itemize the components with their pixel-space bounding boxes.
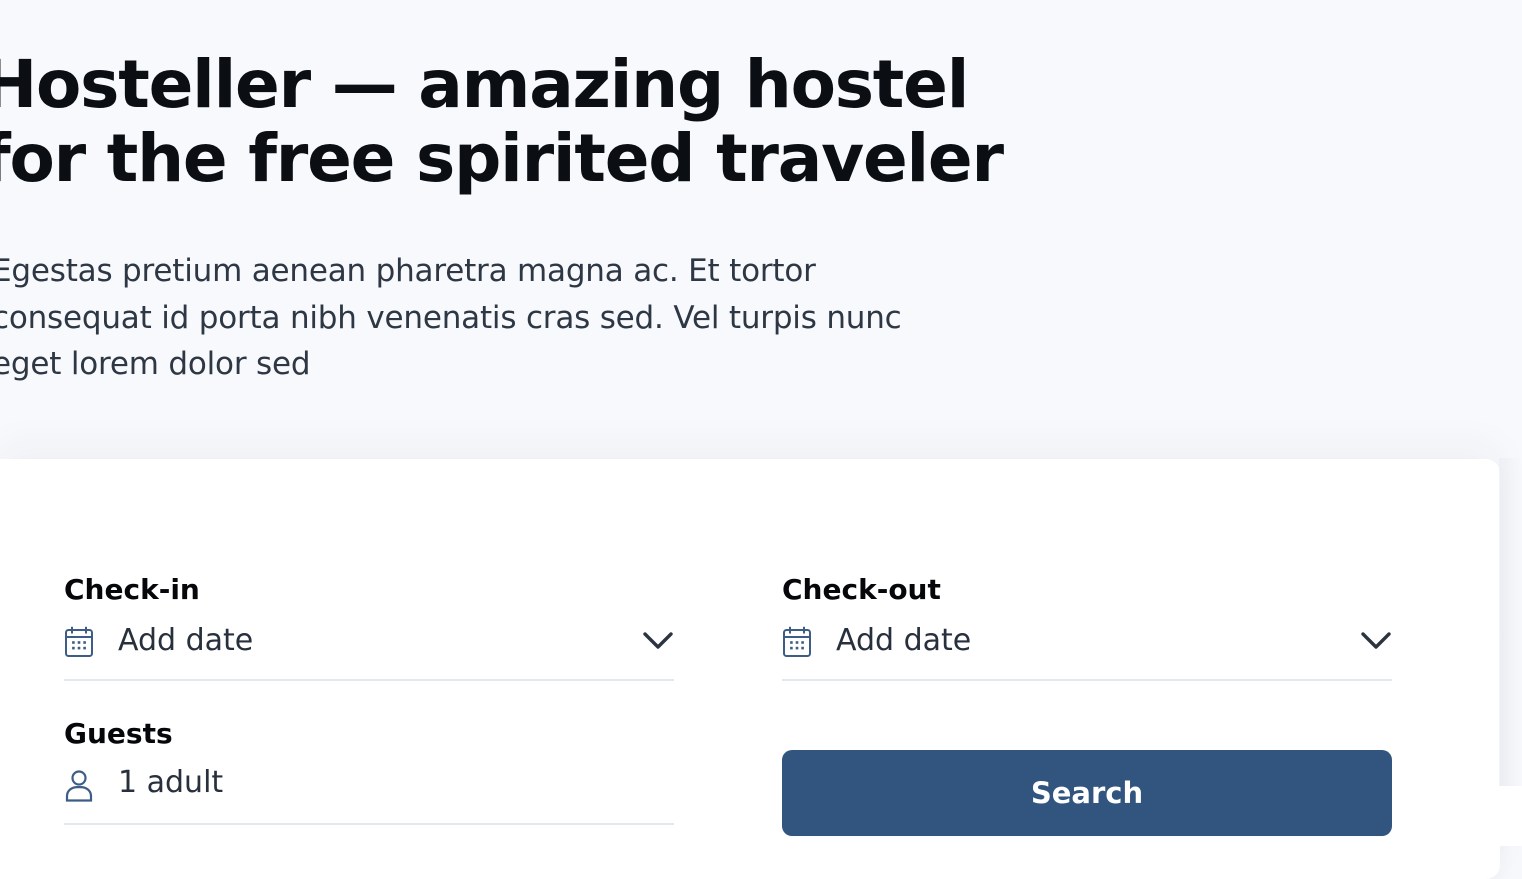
checkin-value: Add date <box>118 623 254 658</box>
hero-title-line-2: for the free spirited traveler <box>0 120 1004 197</box>
hero-description: Egestas pretium aenean pharetra magna ac… <box>0 248 912 388</box>
checkout-date-picker[interactable]: Add date <box>782 623 1392 681</box>
calendar-icon <box>65 626 93 657</box>
checkout-label: Check-out <box>782 573 941 606</box>
hero-description-line-1: Egestas pretium aenean pharetra magna ac… <box>0 253 816 289</box>
checkin-date-picker[interactable]: Add date <box>64 623 674 681</box>
hero-title: Hosteller — amazing hostel for the free … <box>0 46 1004 197</box>
booking-search-card: Check-in Add date Check-out Add date Gue… <box>0 459 1500 879</box>
guests-selector[interactable]: 1 adult <box>64 765 674 825</box>
hero-description-line-3: eget lorem dolor sed <box>0 346 311 382</box>
chevron-down-icon[interactable] <box>642 629 674 651</box>
hero-section: Hosteller — amazing hostel for the free … <box>0 0 1522 879</box>
calendar-icon <box>783 626 811 657</box>
card-edge-shadow <box>1499 458 1522 788</box>
checkout-value: Add date <box>836 623 972 658</box>
checkout-field[interactable]: Check-out Add date <box>782 573 1392 689</box>
hero-title-line-1: Hosteller — amazing hostel <box>0 46 969 123</box>
card-edge-extension <box>1499 786 1522 846</box>
user-icon <box>65 770 93 802</box>
checkin-field[interactable]: Check-in Add date <box>64 573 674 689</box>
hero-description-line-2: consequat id porta nibh venenatis cras s… <box>0 299 902 336</box>
guests-field[interactable]: Guests 1 adult <box>64 717 674 825</box>
checkin-label: Check-in <box>64 573 200 606</box>
guests-value: 1 adult <box>118 765 224 800</box>
chevron-down-icon[interactable] <box>1360 629 1392 651</box>
search-button[interactable]: Search <box>782 750 1392 836</box>
guests-label: Guests <box>64 717 173 750</box>
